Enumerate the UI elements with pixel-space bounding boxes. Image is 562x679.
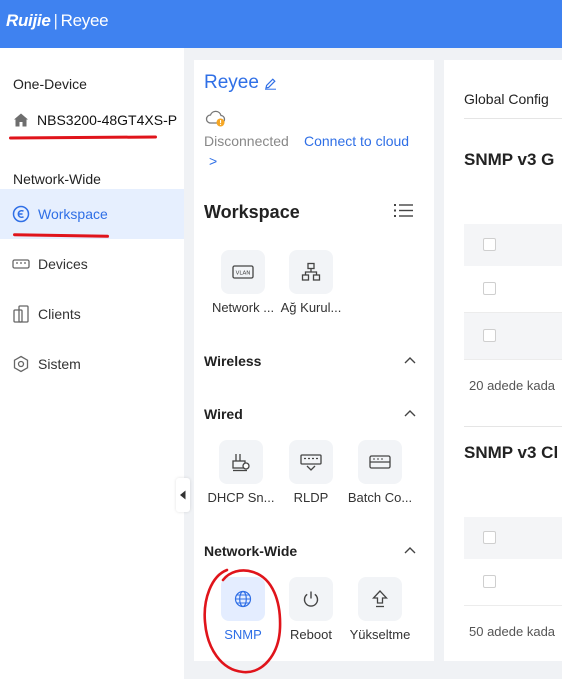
select-all-checkbox[interactable] <box>483 531 496 544</box>
nav-item-workspace[interactable]: Workspace <box>0 189 184 239</box>
tile-batch-config[interactable]: Batch Co... <box>345 440 415 505</box>
section-wireless[interactable]: Wireless <box>204 353 261 369</box>
one-device-heading: One-Device <box>13 76 87 92</box>
nav-label-clients: Clients <box>38 306 81 322</box>
workspace-panel: Reyee Disconnected Connect to cloud > Wo… <box>194 60 434 661</box>
table-header <box>464 224 562 266</box>
upgrade-icon <box>372 590 388 608</box>
chevron-up-icon[interactable] <box>404 409 416 417</box>
device-name: NBS3200-48GT4XS-P <box>37 112 178 128</box>
workspace-title: Workspace <box>204 202 300 222</box>
sidebar-collapse-handle[interactable] <box>176 478 190 512</box>
batch-config-icon <box>369 455 391 469</box>
brand-logo[interactable]: Ruijie | Reyee <box>6 11 109 31</box>
logo-brand: Ruijie <box>6 11 51 30</box>
devices-icon <box>11 254 31 274</box>
site-name-text: Reyee <box>204 72 259 93</box>
select-all-checkbox[interactable] <box>483 238 496 251</box>
network-wide-heading: Network-Wide <box>13 171 101 187</box>
chevron-up-icon[interactable] <box>404 356 416 364</box>
annotation-underline <box>8 135 158 140</box>
tile-label: RLDP <box>293 490 329 505</box>
tile-network-setup[interactable]: Ağ Kurul... <box>276 250 346 315</box>
nav-item-system[interactable]: Sistem <box>0 339 184 389</box>
logo-sub: Reyee <box>60 11 109 30</box>
cloud-status-text: Disconnected <box>204 133 289 149</box>
device-selector[interactable]: NBS3200-48GT4XS-P <box>13 110 184 130</box>
nav-label-system: Sistem <box>38 356 81 372</box>
section-wired[interactable]: Wired <box>204 406 243 422</box>
tile-label: SNMP <box>224 627 262 642</box>
chevron-up-icon[interactable] <box>404 546 416 554</box>
home-icon <box>14 113 28 127</box>
globe-icon <box>234 590 252 608</box>
nav-label-workspace: Workspace <box>38 206 108 222</box>
tile-dhcp-snooping[interactable]: DHCP Sn... <box>206 440 276 505</box>
section-network-wide[interactable]: Network-Wide <box>204 543 297 559</box>
list-menu-icon[interactable] <box>394 203 413 218</box>
topology-icon <box>301 262 321 281</box>
left-sidebar: One-Device NBS3200-48GT4XS-P Network-Wid… <box>0 48 184 679</box>
section-divider <box>464 426 562 427</box>
row-checkbox[interactable] <box>483 282 496 295</box>
snmp-v3-group-title: SNMP v3 G <box>464 150 555 169</box>
workspace-icon <box>11 204 31 224</box>
tile-label: Batch Co... <box>347 490 413 505</box>
logo-separator: | <box>53 11 58 30</box>
tile-label: Network ... <box>211 300 275 315</box>
edit-pen-icon[interactable] <box>264 77 277 90</box>
tile-label: Reboot <box>290 627 332 642</box>
connect-chevron-icon[interactable]: > <box>209 153 217 169</box>
table-footer-text: 20 adede kada <box>469 378 556 393</box>
svg-text:VLAN: VLAN <box>236 271 251 277</box>
power-icon <box>303 591 319 607</box>
caret-left-icon <box>180 490 186 500</box>
snmp-v3-client-title: SNMP v3 Cl <box>464 443 559 462</box>
tile-label: DHCP Sn... <box>207 490 275 505</box>
site-name: Reyee <box>204 72 277 94</box>
vlan-icon: VLAN <box>232 265 254 279</box>
nav-item-clients[interactable]: Clients <box>0 289 184 339</box>
tab-divider <box>464 118 562 119</box>
tile-snmp[interactable]: SNMP <box>208 577 278 642</box>
row-checkbox[interactable] <box>483 575 496 588</box>
snmp-config-panel: Global Config SNMP v3 G 20 adede kada SN… <box>444 60 562 661</box>
tab-global-config[interactable]: Global Config <box>464 91 549 107</box>
connect-to-cloud-link[interactable]: Connect to cloud <box>304 133 409 149</box>
rldp-icon <box>300 454 322 471</box>
row-checkbox[interactable] <box>483 329 496 342</box>
tile-label: Ağ Kurul... <box>280 300 342 315</box>
cloud-warning-icon <box>205 110 226 127</box>
top-bar: Ruijie | Reyee <box>0 0 562 48</box>
system-icon <box>11 354 31 374</box>
tile-rldp[interactable]: RLDP <box>276 440 346 505</box>
nav-label-devices: Devices <box>38 256 88 272</box>
dhcp-snooping-icon <box>232 454 250 472</box>
table-header <box>464 517 562 559</box>
table-row <box>464 559 562 606</box>
tile-reboot[interactable]: Reboot <box>276 577 346 642</box>
tile-label: Yükseltme <box>349 627 411 642</box>
table-row <box>464 266 562 313</box>
clients-icon <box>11 304 31 324</box>
tile-network-vlan[interactable]: VLAN Network ... <box>208 250 278 315</box>
table-row <box>464 313 562 360</box>
table-footer-text: 50 adede kada <box>469 624 556 639</box>
nav-item-devices[interactable]: Devices <box>0 239 184 289</box>
tile-upgrade[interactable]: Yükseltme <box>345 577 415 642</box>
